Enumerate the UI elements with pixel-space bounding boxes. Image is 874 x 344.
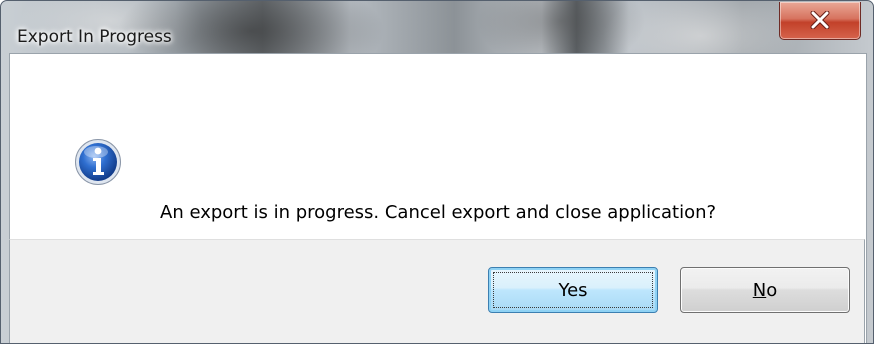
yes-button-label: Yes	[558, 279, 588, 301]
info-icon	[74, 138, 122, 186]
button-bar: Yes No	[9, 239, 865, 343]
no-button-label-rest: o	[766, 279, 778, 301]
yes-button[interactable]: Yes	[488, 267, 658, 313]
no-button-label: No	[753, 280, 777, 301]
window-title: Export In Progress	[17, 27, 172, 47]
close-icon	[780, 2, 860, 38]
title-bar[interactable]: Export In Progress	[1, 1, 873, 47]
dialog-window: Export In Progress An export is in progr…	[0, 0, 874, 344]
no-button-accelerator: N	[752, 279, 767, 301]
dialog-message: An export is in progress. Cancel export …	[160, 202, 717, 223]
no-button[interactable]: No	[680, 267, 850, 313]
close-button[interactable]	[779, 2, 861, 40]
